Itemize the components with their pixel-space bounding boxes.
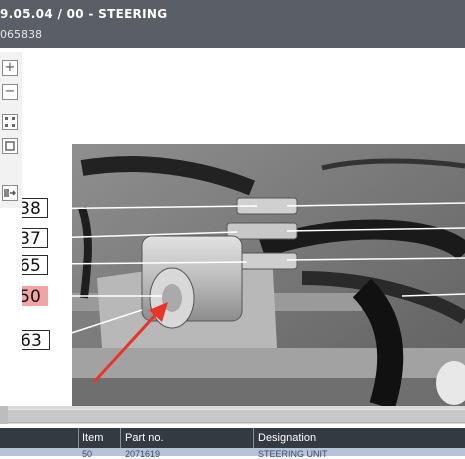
column-divider — [78, 428, 79, 448]
column-divider — [120, 428, 121, 448]
column-designation[interactable]: Designation — [258, 432, 316, 444]
callout-38[interactable]: 38 — [22, 198, 48, 219]
viewer-toolbar: + − — [0, 52, 23, 208]
callout-63[interactable]: 63 — [22, 330, 50, 351]
document-number: 065838 — [0, 28, 42, 41]
table-row[interactable]: 50 2071619 STEERING UNIT — [0, 448, 465, 459]
fit-to-window-button[interactable] — [2, 114, 18, 130]
row-item: 50 — [82, 449, 93, 459]
scroll-thumb[interactable] — [8, 409, 465, 423]
fit-icon — [5, 117, 15, 127]
zoom-in-button[interactable]: + — [2, 60, 18, 76]
parts-table-header: Item Part no. Designation — [0, 428, 465, 448]
callout-37[interactable]: 37 — [22, 228, 48, 249]
steering-unit-photo — [23, 144, 465, 406]
export-icon — [4, 189, 16, 197]
zoom-out-button[interactable]: − — [2, 84, 18, 100]
document-header: 9.05.04 / 00 - STEERING 065838 — [0, 0, 465, 48]
column-part-no[interactable]: Part no. — [125, 432, 164, 444]
page-title: 9.05.04 / 00 - STEERING — [0, 7, 168, 21]
callout-65[interactable]: 65 — [22, 255, 48, 276]
row-part-no: 2071619 — [125, 449, 161, 459]
callout-50[interactable]: 50 — [22, 286, 48, 307]
row-designation: STEERING UNIT — [258, 449, 328, 459]
frame-icon — [5, 141, 15, 151]
column-item[interactable]: Item — [82, 432, 103, 444]
export-button[interactable] — [2, 185, 18, 201]
parts-diagram-viewer[interactable]: 38 37 65 50 63 — [22, 48, 465, 406]
column-divider — [253, 428, 254, 448]
horizontal-scrollbar[interactable] — [0, 406, 465, 424]
scroll-left-button[interactable] — [0, 406, 8, 424]
actual-size-button[interactable] — [2, 138, 18, 154]
